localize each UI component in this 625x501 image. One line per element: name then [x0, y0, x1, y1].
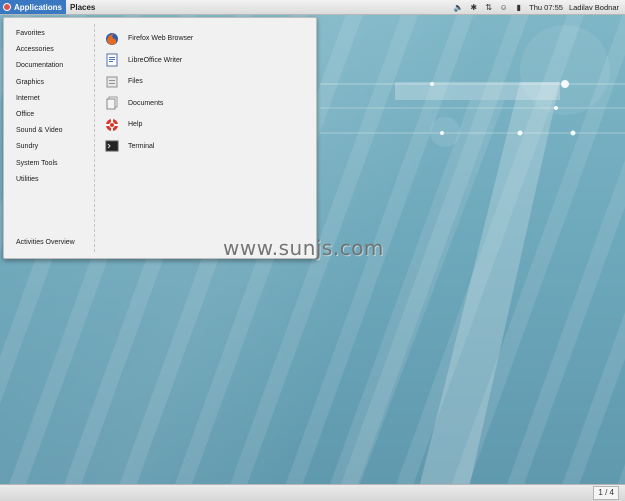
app-label: LibreOffice Writer: [128, 56, 183, 64]
app-item-writer[interactable]: LibreOffice Writer: [105, 50, 193, 72]
app-label: Terminal: [128, 142, 155, 150]
app-label: Help: [128, 121, 143, 129]
writer-icon: [105, 53, 119, 67]
category-office[interactable]: Office: [16, 109, 94, 125]
category-documentation[interactable]: Documentation: [16, 60, 94, 76]
category-system-tools[interactable]: System Tools: [16, 158, 94, 174]
network-icon[interactable]: ⇅: [484, 3, 493, 12]
category-utilities[interactable]: Utilities: [16, 174, 94, 190]
app-label: Files: [128, 78, 143, 86]
app-item-firefox[interactable]: Firefox Web Browser: [105, 28, 193, 50]
category-sound-video[interactable]: Sound & Video: [16, 125, 94, 141]
category-graphics[interactable]: Graphics: [16, 77, 94, 93]
top-panel: Applications Places 🔈 ✱ ⇅ ☺ ▮ Thu 07:55 …: [0, 0, 625, 15]
documents-icon: [105, 96, 119, 110]
terminal-icon: [105, 139, 119, 153]
applications-menu: Favorites Accessories Documentation Grap…: [3, 17, 317, 259]
applications-menu-button[interactable]: Applications: [0, 0, 67, 14]
app-item-terminal[interactable]: Terminal: [105, 136, 193, 158]
places-menu-button[interactable]: Places: [66, 0, 99, 14]
volume-icon[interactable]: 🔈: [454, 3, 464, 12]
category-accessories[interactable]: Accessories: [16, 44, 94, 60]
user-menu[interactable]: Ladilav Bodnar: [569, 3, 619, 12]
app-label: Firefox Web Browser: [128, 35, 194, 43]
category-sundry[interactable]: Sundry: [16, 141, 94, 157]
app-list: Firefox Web Browser LibreOffice Writer F…: [105, 28, 193, 157]
app-label: Documents: [128, 99, 164, 107]
menu-divider: [94, 24, 95, 252]
app-item-files[interactable]: Files: [105, 71, 193, 93]
activities-overview-item[interactable]: Activities Overview: [16, 239, 75, 246]
firefox-icon: [105, 32, 119, 46]
app-item-documents[interactable]: Documents: [105, 93, 193, 115]
bluetooth-icon[interactable]: ✱: [469, 3, 478, 12]
help-icon: [105, 118, 119, 132]
files-icon: [105, 75, 119, 89]
category-list: Favorites Accessories Documentation Grap…: [16, 28, 94, 190]
category-internet[interactable]: Internet: [16, 93, 94, 109]
distro-logo-icon: [3, 3, 11, 11]
workspace-switcher[interactable]: 1 / 4: [593, 486, 619, 500]
bottom-panel: 1 / 4: [0, 484, 625, 501]
accessibility-icon[interactable]: ☺: [499, 3, 508, 12]
places-label: Places: [70, 2, 96, 12]
app-item-help[interactable]: Help: [105, 114, 193, 136]
category-favorites[interactable]: Favorites: [16, 28, 94, 44]
power-icon[interactable]: ▮: [514, 3, 523, 12]
system-tray: 🔈 ✱ ⇅ ☺ ▮ Thu 07:55 Ladilav Bodnar: [454, 3, 625, 12]
applications-label: Applications: [14, 2, 63, 12]
clock[interactable]: Thu 07:55: [529, 3, 563, 12]
watermark-text: www.sunjs.com: [223, 236, 384, 260]
